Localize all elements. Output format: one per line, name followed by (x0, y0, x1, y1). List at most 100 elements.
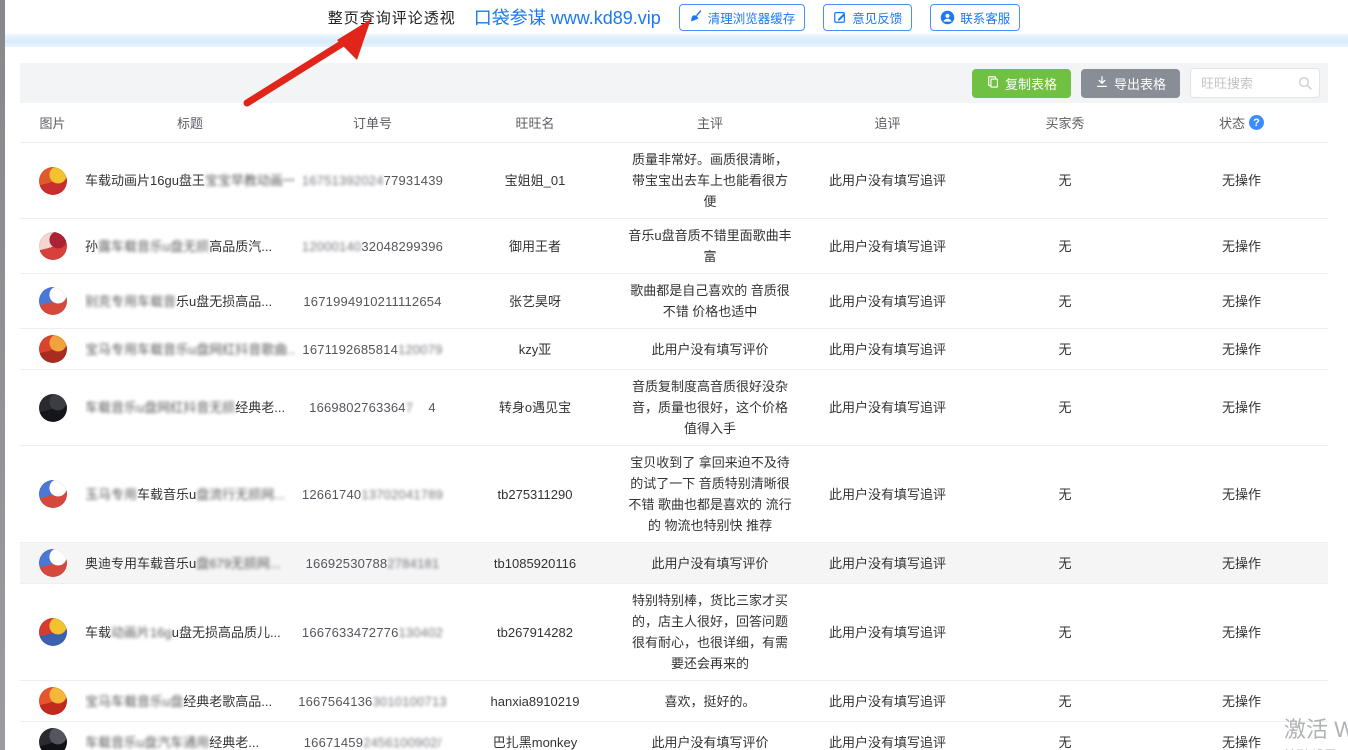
status-cell: 无操作 (1155, 484, 1328, 505)
table-row[interactable]: 车载音乐u盘网红抖音无损经典老...16698027633647 4转身o遇见宝… (20, 370, 1328, 446)
buyer-show-cell: 无 (975, 170, 1155, 191)
contact-support-button[interactable]: 联系客服 (930, 4, 1020, 31)
product-title-cell: 别克专用车载音乐u盘无损高品... (85, 291, 295, 312)
product-title-cell: 车载音乐u盘网红抖音无损经典老... (85, 397, 295, 418)
buyer-show-cell: 无 (975, 691, 1155, 712)
product-title: 经典老... (235, 400, 285, 415)
table-row[interactable]: 车载音乐u盘汽车通用经典老...166714592456100902/巴扎黑mo… (20, 722, 1328, 750)
order-number-cell: 1200014032048299396 (295, 236, 450, 257)
order-number: 1671192685814 (302, 342, 398, 357)
product-image-cell (20, 480, 85, 508)
wangwang-name-cell: 转身o遇见宝 (450, 397, 620, 418)
table-row[interactable]: 奥迪专用车载音乐u盘679无损网...166925307882784181tb1… (20, 543, 1328, 584)
status-cell: 无操作 (1155, 691, 1328, 712)
wangwang-name-cell: kzy亚 (450, 339, 620, 360)
product-image-cell (20, 335, 85, 363)
table-row[interactable]: 车载动画片16gu盘无损高品质儿...1667633472776130402tb… (20, 584, 1328, 681)
table-row[interactable]: 宝马专用车载音乐u盘网红抖音歌曲...1671192685814120079kz… (20, 329, 1328, 370)
column-header-label: 主评 (697, 113, 723, 132)
table-row[interactable]: 车载动画片16gu盘王宝宝早教动画一 一 一167513920247793143… (20, 143, 1328, 219)
header-divider-strip (0, 34, 1348, 47)
product-image-cell (20, 167, 85, 195)
buyer-show-cell: 无 (975, 397, 1155, 418)
product-title: 露车载音乐u盘无损 (98, 239, 209, 254)
status-cell: 无操作 (1155, 170, 1328, 191)
product-title: 乐u盘无损高品... (176, 294, 272, 309)
column-header-label: 状态 (1219, 113, 1245, 132)
table-row[interactable]: 别克专用车载音乐u盘无损高品...1671994910211112654张艺昊呀… (20, 274, 1328, 329)
product-thumbnail[interactable] (39, 618, 67, 646)
wangwang-name-cell: 御用王者 (450, 236, 620, 257)
search-icon[interactable] (1297, 75, 1313, 96)
brand-link[interactable]: 口袋参谋 www.kd89.vip (474, 4, 661, 30)
product-title-cell: 奥迪专用车载音乐u盘679无损网... (85, 553, 295, 574)
order-number: 3010100713 (373, 694, 447, 709)
column-header-label: 标题 (177, 113, 203, 132)
status-cell: 无操作 (1155, 397, 1328, 418)
status-cell: 无操作 (1155, 291, 1328, 312)
order-number-cell: 1671994910211112654 (295, 291, 450, 312)
feedback-button[interactable]: 意见反馈 (823, 4, 912, 31)
column-header-2: 标题 (85, 113, 295, 132)
product-title: 别克专用车载音 (85, 294, 176, 309)
followup-review-cell: 此用户没有填写追评 (800, 397, 975, 418)
main-review-cell: 此用户没有填写评价 (620, 553, 800, 574)
product-image-cell (20, 687, 85, 715)
column-header-label: 旺旺名 (515, 113, 554, 132)
table-row[interactable]: 宝马车载音乐u盘经典老歌高品...16675641363010100713han… (20, 681, 1328, 722)
main-review-cell: 歌曲都是自己喜欢的 音质很不错 价格也适中 (620, 280, 800, 322)
followup-review-cell: 此用户没有填写追评 (800, 553, 975, 574)
review-table-card: 复制表格 导出表格 图片标题订单号旺旺名主评追评买家秀状态? 车载动画片16gu… (20, 63, 1328, 750)
status-cell: 无操作 (1155, 236, 1328, 257)
main-review-cell: 质量非常好。画质很清晰，带宝宝出去车上也能看很方便 (620, 149, 800, 212)
order-number: 77931439 (384, 173, 443, 188)
main-review-cell: 音质复制度高音质很好没杂音，质量也很好，这个价格值得入手 (620, 376, 800, 439)
status-cell: 无操作 (1155, 553, 1328, 574)
order-number: 2456100902/ (363, 735, 441, 750)
followup-review-cell: 此用户没有填写追评 (800, 170, 975, 191)
column-header-label: 买家秀 (1045, 113, 1084, 132)
followup-review-cell: 此用户没有填写追评 (800, 339, 975, 360)
order-number-cell: 166714592456100902/ (295, 732, 450, 750)
product-thumbnail[interactable] (39, 232, 67, 260)
export-table-button[interactable]: 导出表格 (1081, 69, 1180, 98)
main-review-cell: 特别特别棒，货比三家才买的，店主人很好，回答问题很有耐心，也很详细，有需要还会再… (620, 590, 800, 674)
product-thumbnail[interactable] (39, 480, 67, 508)
product-title-cell: 宝马车载音乐u盘经典老歌高品... (85, 691, 295, 712)
column-header-6: 追评 (800, 113, 975, 132)
main-review-cell: 此用户没有填写评价 (620, 339, 800, 360)
buyer-show-cell: 无 (975, 732, 1155, 750)
copy-table-button[interactable]: 复制表格 (972, 69, 1071, 98)
product-thumbnail[interactable] (39, 394, 67, 422)
main-review-cell: 音乐u盘音质不错里面歌曲丰富 (620, 225, 800, 267)
wangwang-name-cell: 张艺昊呀 (450, 291, 620, 312)
followup-review-cell: 此用户没有填写追评 (800, 291, 975, 312)
product-image-cell (20, 728, 85, 750)
table-row[interactable]: 玉马专用车载音乐u盘流行无损网...1266174013702041789tb2… (20, 446, 1328, 543)
wangwang-name-cell: hanxia8910219 (450, 691, 620, 712)
main-review-cell: 此用户没有填写评价 (620, 732, 800, 750)
table-header-row: 图片标题订单号旺旺名主评追评买家秀状态? (20, 103, 1328, 143)
order-number: 12661740 (302, 487, 361, 502)
order-number-cell: 1675139202477931439 (295, 170, 450, 191)
product-thumbnail[interactable] (39, 728, 67, 750)
product-title: 宝马车载音乐u盘 (85, 694, 183, 709)
status-cell: 无操作 (1155, 622, 1328, 643)
product-title: u盘无损高品质儿... (172, 625, 281, 640)
column-header-label: 图片 (39, 113, 65, 132)
buyer-show-cell: 无 (975, 236, 1155, 257)
product-title: 孙 (85, 239, 98, 254)
product-image-cell (20, 394, 85, 422)
product-thumbnail[interactable] (39, 335, 67, 363)
wangwang-name-cell: 宝姐姐_01 (450, 170, 620, 191)
buyer-show-cell: 无 (975, 484, 1155, 505)
table-row[interactable]: 孙露车载音乐u盘无损高品质汽...1200014032048299396御用王者… (20, 219, 1328, 274)
product-title: 经典老歌高品... (183, 694, 272, 709)
clear-cache-button[interactable]: 清理浏览器缓存 (679, 4, 806, 31)
product-image-cell (20, 549, 85, 577)
product-thumbnail[interactable] (39, 287, 67, 315)
status-help-icon[interactable]: ? (1249, 115, 1264, 130)
product-thumbnail[interactable] (39, 687, 67, 715)
product-thumbnail[interactable] (39, 549, 67, 577)
product-thumbnail[interactable] (39, 167, 67, 195)
